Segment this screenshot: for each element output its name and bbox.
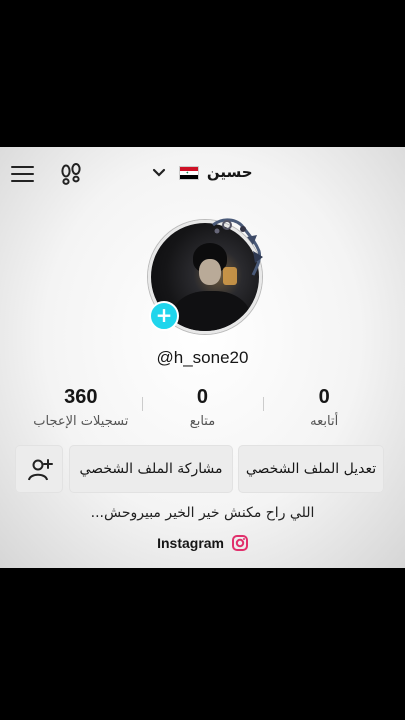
share-profile-button[interactable]: مشاركة الملف الشخصي: [69, 445, 233, 493]
edit-profile-button[interactable]: تعديل الملف الشخصي: [238, 445, 384, 493]
chevron-down-icon: [152, 164, 166, 182]
profile-handle: @h_sone20: [156, 348, 249, 367]
stat-followers[interactable]: 0 متابع: [141, 385, 264, 435]
instagram-link[interactable]: Instagram: [0, 535, 405, 554]
avatar-decoration-icon: [212, 218, 263, 276]
add-user-icon: [28, 459, 53, 481]
likes-label: تسجيلات الإعجاب: [33, 414, 129, 429]
stats-row: 0 أتابعه 0 متابع 360 تسجيلات الإعجاب: [20, 385, 385, 435]
instagram-icon: [231, 535, 248, 554]
followers-label: متابع: [189, 414, 216, 429]
stat-likes[interactable]: 360 تسجيلات الإعجاب: [20, 385, 142, 435]
avatar-container: +: [145, 217, 265, 334]
profile-bio: اللي راح مكنش خير الخير مبيروحش...: [90, 505, 315, 521]
top-bar: حسين ✦: [0, 147, 405, 203]
likes-count: 360: [64, 386, 98, 408]
display-name: حسين: [206, 163, 253, 181]
following-label: أتابعه: [310, 414, 339, 429]
add-story-button[interactable]: +: [149, 301, 179, 331]
stat-following[interactable]: 0 أتابعه: [263, 385, 385, 435]
profile-actions: تعديل الملف الشخصي مشاركة الملف الشخصي: [15, 445, 395, 493]
following-count: 0: [318, 386, 330, 408]
profile-screen: حسين ✦ + @h_sone20 0 أتابعه 0 متابع 360 …: [0, 147, 405, 568]
add-friends-button[interactable]: [15, 445, 63, 493]
instagram-label: Instagram: [157, 535, 225, 551]
account-switcher[interactable]: حسين ✦: [0, 163, 405, 182]
iraq-flag-icon: ✦: [178, 165, 199, 180]
followers-count: 0: [196, 386, 209, 408]
